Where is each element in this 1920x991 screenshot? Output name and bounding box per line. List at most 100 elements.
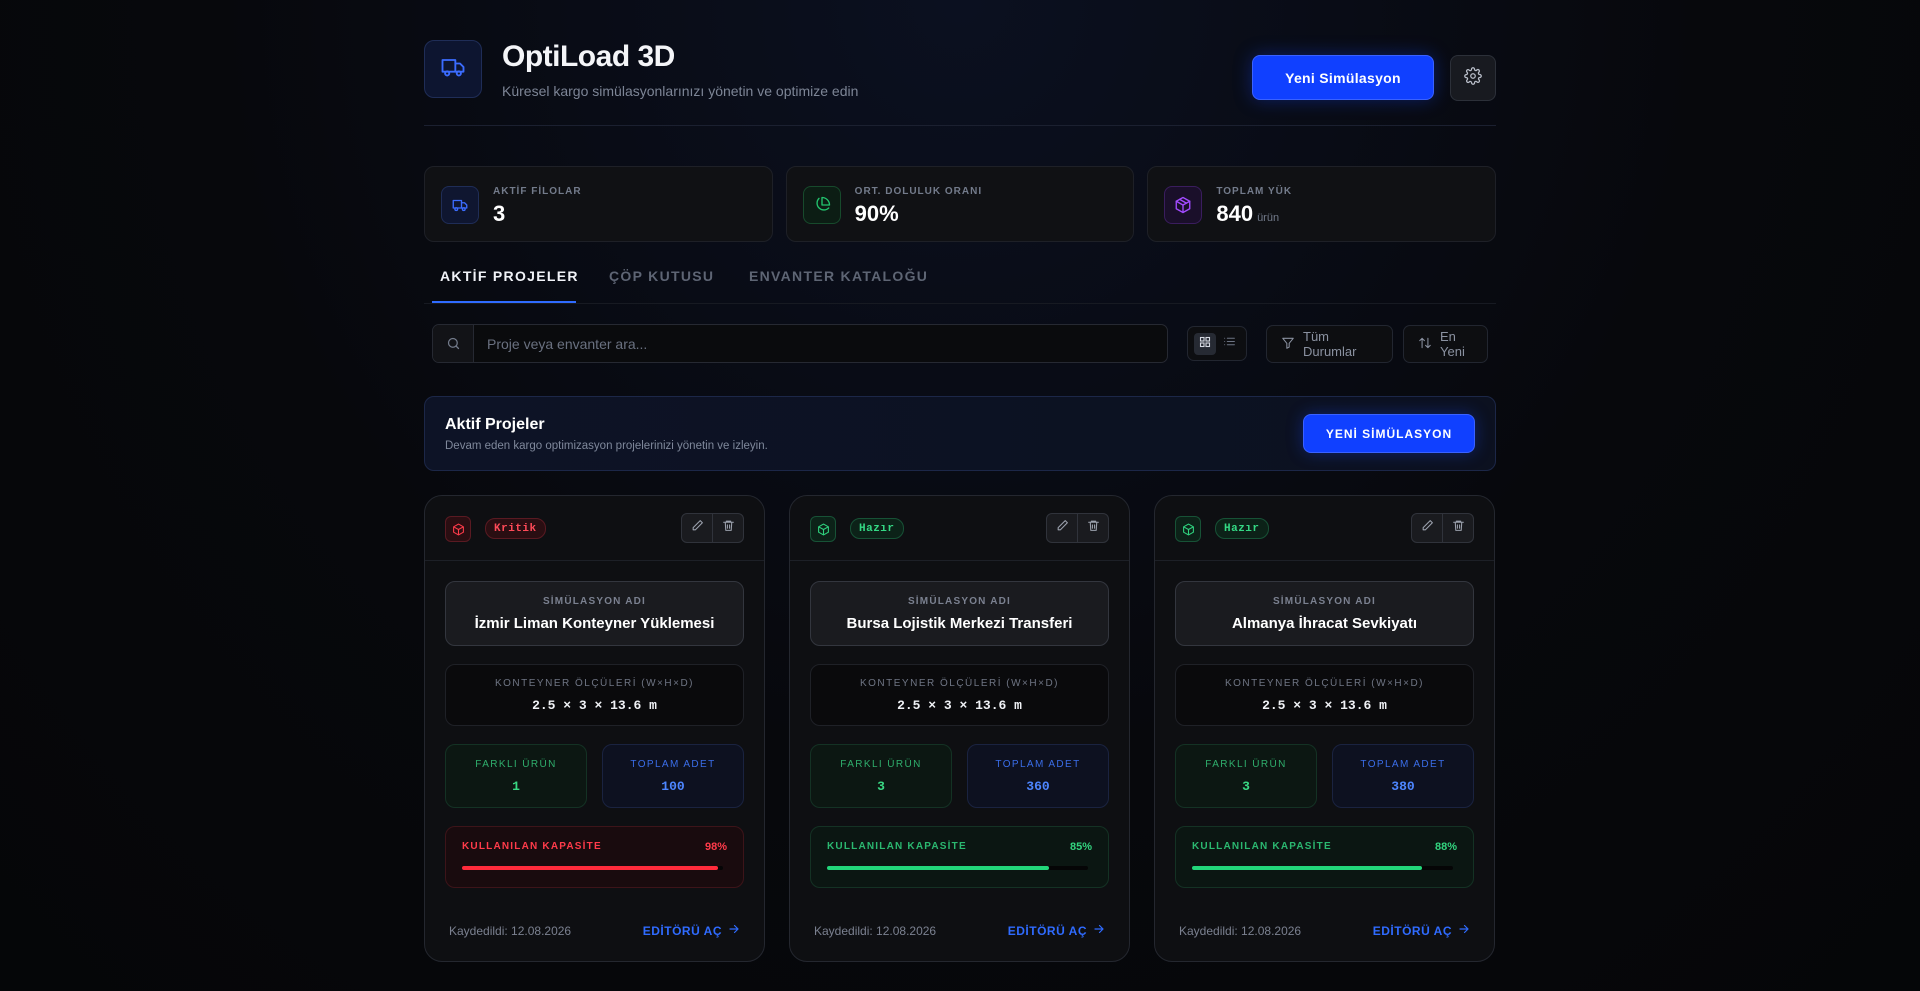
capacity-box: KULLANILAN KAPASİTE 98% [445,826,744,888]
tab-trash[interactable]: ÇÖP KUTUSU [609,268,714,284]
sort-icon [1418,336,1432,353]
list-icon [1223,335,1236,353]
dimensions-label: KONTEYNER ÖLÇÜLERİ (W×H×D) [1224,678,1425,689]
project-card: Kritik SİMÜLASYON ADI İzmir Liman Kontey… [424,495,765,962]
delete-button[interactable] [712,514,743,542]
capacity-label: KULLANILAN KAPASİTE [1192,841,1332,852]
container-dimensions-box: KONTEYNER ÖLÇÜLERİ (W×H×D) 2.5 × 3 × 13.… [810,664,1109,726]
capacity-bar-fill [462,866,718,870]
stat-label: AKTİF FİLOLAR [493,186,582,197]
filter-icon [1281,336,1295,353]
banner-new-simulation-button[interactable]: YENİ SİMÜLASYON [1303,414,1475,453]
simulation-name-label: SİMÜLASYON ADI [907,596,1012,607]
simulation-name-box: SİMÜLASYON ADI İzmir Liman Konteyner Yük… [445,581,744,646]
capacity-bar [462,866,723,870]
arrow-right-icon [1458,923,1470,938]
section-banner: Aktif Projeler Devam eden kargo optimiza… [424,396,1496,471]
edit-button[interactable] [1412,514,1442,542]
status-badge: Hazır [1215,518,1269,539]
app-container: OptiLoad 3D Küresel kargo simülasyonları… [424,0,1497,962]
stat-label: ORT. DOLULUK ORANI [854,186,983,197]
distinct-products-label: FARKLI ÜRÜN [475,759,557,770]
card-header: Kritik [425,496,764,561]
truck-icon [441,186,479,224]
delete-button[interactable] [1442,514,1473,542]
stat-value: 840 ürün [1216,201,1280,226]
truck-icon [439,53,467,86]
total-quantity-label: TOPLAM ADET [995,759,1081,770]
list-view-button[interactable] [1219,333,1241,355]
capacity-percent: 88% [1434,841,1457,853]
settings-button[interactable] [1450,55,1496,101]
pencil-icon [1421,519,1434,537]
capacity-bar-fill [827,866,1049,870]
package-icon [445,516,471,542]
stat-card-fill-rate: ORT. DOLULUK ORANI 90% [785,166,1135,242]
section-subtitle: Devam eden kargo optimizasyon projelerin… [445,440,768,452]
capacity-bar [827,866,1088,870]
card-header: Hazır [1155,496,1494,561]
capacity-percent: 85% [1069,841,1092,853]
stat-value: 3 [493,201,506,226]
container-dimensions-box: KONTEYNER ÖLÇÜLERİ (W×H×D) 2.5 × 3 × 13.… [1175,664,1474,726]
package-icon [1164,186,1203,224]
grid-icon [1199,335,1211,353]
capacity-label: KULLANILAN KAPASİTE [827,841,967,852]
trash-icon [722,519,735,537]
open-editor-label: EDİTÖRÜ AÇ [1372,923,1452,938]
app-subtitle: Küresel kargo simülasyonlarınızı yönetin… [502,83,859,99]
tab-active-indicator [432,301,576,303]
open-editor-link[interactable]: EDİTÖRÜ AÇ [1008,923,1105,938]
grid-view-button[interactable] [1193,332,1216,355]
view-toggle [1187,326,1247,361]
capacity-bar-fill [1192,866,1422,870]
delete-button[interactable] [1077,514,1108,542]
open-editor-link[interactable]: EDİTÖRÜ AÇ [1373,923,1470,938]
total-quantity-value: 380 [1391,779,1415,794]
pencil-icon [1056,519,1069,537]
container-dimensions-box: KONTEYNER ÖLÇÜLERİ (W×H×D) 2.5 × 3 × 13.… [445,664,744,726]
distinct-products-label: FARKLI ÜRÜN [840,759,922,770]
new-simulation-button[interactable]: Yeni Simülasyon [1252,55,1434,100]
card-footer: Kaydedildi: 12.08.2026 EDİTÖRÜ AÇ [449,924,740,942]
distinct-products-label: FARKLI ÜRÜN [1205,759,1287,770]
app-title: OptiLoad 3D [502,40,675,73]
capacity-box: KULLANILAN KAPASİTE 88% [1175,826,1474,888]
status-filter-button[interactable]: Tüm Durumlar [1266,325,1393,363]
trash-icon [1087,519,1100,537]
capacity-bar [1192,866,1453,870]
stat-label: TOPLAM YÜK [1216,186,1293,197]
pie-chart-icon [802,186,841,224]
tab-inventory-catalog[interactable]: ENVANTER KATALOĞU [749,268,928,284]
capacity-box: KULLANILAN KAPASİTE 85% [810,826,1109,888]
card-actions [1046,513,1109,543]
stat-value: 90% [854,201,899,226]
dimensions-value: 2.5 × 3 × 13.6 m [1262,698,1387,713]
distinct-products-value: 1 [512,779,520,794]
simulation-name-label: SİMÜLASYON ADI [542,596,647,607]
trash-icon [1452,519,1465,537]
tab-active-projects[interactable]: AKTİF PROJELER [440,268,579,284]
status-filter-label: Tüm Durumlar [1303,329,1357,359]
sort-button[interactable]: En Yeni [1403,325,1488,363]
arrow-right-icon [728,923,740,938]
status-badge: Hazır [850,518,904,539]
search-input[interactable] [475,325,1165,362]
dimensions-label: KONTEYNER ÖLÇÜLERİ (W×H×D) [859,678,1060,689]
distinct-products-box: FARKLI ÜRÜN 1 [445,744,587,808]
project-cards: Kritik SİMÜLASYON ADI İzmir Liman Kontey… [424,495,1496,962]
capacity-percent: 98% [704,841,727,853]
sort-label: En Yeni [1440,329,1465,359]
stat-card-total-load: TOPLAM YÜK 840 ürün [1147,166,1497,242]
total-quantity-box: TOPLAM ADET 360 [967,744,1109,808]
open-editor-link[interactable]: EDİTÖRÜ AÇ [643,923,740,938]
capacity-label: KULLANILAN KAPASİTE [462,841,602,852]
tab-bar: AKTİF PROJELER ÇÖP KUTUSU ENVANTER KATAL… [424,252,1496,304]
saved-date: Kaydedildi: 12.08.2026 [449,924,572,938]
simulation-name-box: SİMÜLASYON ADI Almanya İhracat Sevkiyatı [1175,581,1474,646]
saved-date: Kaydedildi: 12.08.2026 [814,924,937,938]
card-actions [681,513,744,543]
package-icon [1175,516,1201,542]
edit-button[interactable] [682,514,712,542]
edit-button[interactable] [1047,514,1077,542]
